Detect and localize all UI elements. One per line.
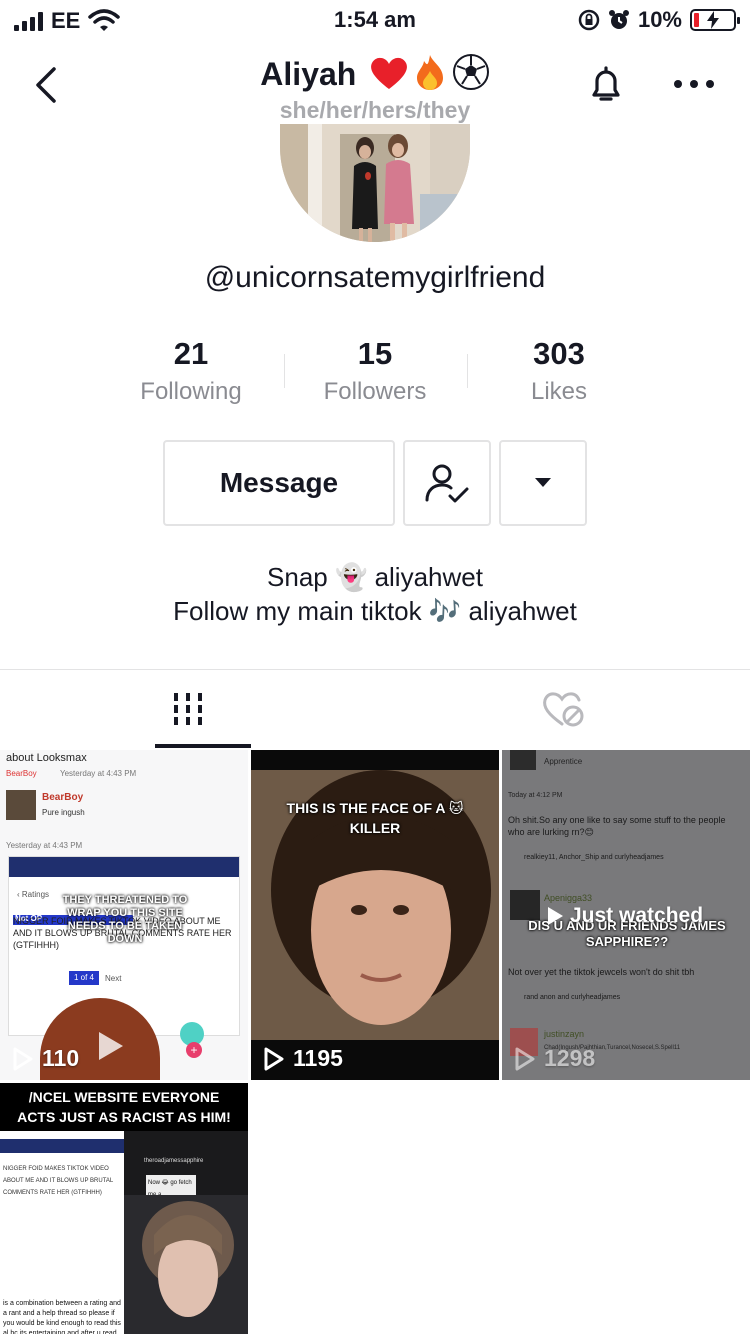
forum-author-date: Yesterday at 4:43 PM [60, 769, 137, 778]
alarm-icon [608, 10, 629, 29]
forum-title: about Looksmax [6, 752, 87, 764]
video-tile[interactable]: NIGGER FOID MAKES TIKTOK VIDEO ABOUT ME … [0, 1083, 248, 1334]
play-outline-icon [515, 1047, 535, 1070]
video-caption: THEY THREATENED TO WRAP YOU THIS SITE NE… [62, 894, 188, 945]
active-tab-indicator [155, 744, 251, 748]
play-outline-icon [264, 1047, 284, 1070]
profile-header: Aliyah she/her/hers/they [0, 45, 750, 125]
play-icon [99, 1032, 123, 1060]
tab-liked[interactable] [375, 670, 750, 748]
fire-icon [417, 55, 444, 90]
message-button[interactable]: Message [163, 440, 395, 526]
soccer-ball-icon [452, 54, 489, 90]
forum-author-name: BearBoy [42, 792, 84, 803]
battery-icon [690, 9, 740, 31]
view-count: 1298 [514, 1045, 595, 1072]
caret-down-icon [535, 478, 551, 487]
bio-line-2: Follow my main tiktok 🎶 aliyahwet [173, 596, 577, 626]
embedded-forum-screenshot: NIGGER FOID MAKES TIKTOK VIDEO ABOUT ME … [0, 1131, 124, 1334]
video-tile[interactable]: THIS IS THE FACE OF A 🐱 KILLER 1195 [251, 750, 499, 1080]
embedded-thread-title: NIGGER FOID MAKES TIKTOK VIDEO ABOUT ME … [3, 1166, 114, 1196]
video-caption: /NCEL WEBSITE EVERYONE ACTS JUST AS RACI… [17, 1089, 231, 1125]
video-caption: THIS IS THE FACE OF A 🐱 KILLER [286, 800, 464, 836]
forum-author-sub: Pure ingush [42, 808, 85, 817]
profile-name: Aliyah [260, 56, 357, 92]
pronouns: she/her/hers/they [279, 97, 471, 123]
view-count: 1195 [263, 1045, 343, 1072]
username: @unicornsatemygirlfriend [204, 261, 546, 294]
grid-icon [173, 693, 202, 725]
rotation-lock-icon [578, 9, 600, 31]
avatar[interactable] [280, 124, 470, 242]
tab-videos[interactable] [0, 670, 375, 748]
bell-icon[interactable] [586, 63, 626, 107]
user-check-icon [425, 464, 469, 503]
stat-following-label: Following [140, 378, 242, 405]
dm-account: theroadjamessapphire [144, 1158, 204, 1164]
pager-next: Next [105, 974, 122, 983]
stat-likes-label: Likes [530, 378, 588, 405]
profile-stats: 21 Following 15 Followers 303 Likes [0, 336, 750, 416]
stat-followers[interactable]: 15 Followers [283, 336, 467, 406]
stat-following[interactable]: 21 Following [99, 336, 283, 406]
forum-avatar [6, 790, 36, 820]
play-icon [548, 907, 563, 925]
following-button[interactable] [403, 440, 491, 526]
stat-likes[interactable]: 303 Likes [467, 336, 651, 406]
video-tile[interactable]: Apprentice Today at 4:12 PM Oh shit.So a… [502, 750, 750, 1080]
bio-line-1: Snap 👻 aliyahwet [267, 562, 483, 592]
embedded-post-text: is a combination between a rating and a … [3, 1300, 121, 1334]
suggested-accounts-button[interactable] [499, 440, 587, 526]
view-count-value: 1298 [544, 1045, 596, 1071]
stat-following-value: 21 [173, 336, 209, 371]
view-count: 110 [12, 1045, 79, 1072]
hidden-likes-icon [542, 692, 583, 727]
avatar-photo [280, 124, 470, 242]
pager-current: 1 of 4 [69, 971, 99, 985]
profile-bio: Snap 👻 aliyahwet Follow my main tiktok 🎶… [0, 560, 750, 628]
video-tile[interactable]: about Looksmax BearBoy Yesterday at 4:43… [0, 750, 248, 1080]
stat-followers-label: Followers [323, 378, 427, 405]
person-photo [124, 1195, 248, 1334]
embedded-header-bar [9, 857, 239, 877]
embedded-dm-screenshot: theroadjamessapphire Now 😂 go fetch me a… [124, 1131, 248, 1334]
forum-author-tag: BearBoy [6, 769, 37, 778]
forum-timestamp: Yesterday at 4:43 PM [6, 841, 83, 850]
just-watched-label: Just watched [546, 904, 703, 928]
more-options-icon[interactable] [672, 69, 716, 99]
stat-followers-value: 15 [357, 336, 393, 371]
battery-percent: 10% [637, 7, 682, 32]
status-bar: EE 1:54 am 10% [0, 0, 750, 40]
stat-likes-value: 303 [533, 336, 585, 371]
view-count-value: 1195 [293, 1045, 343, 1071]
heart-icon [370, 57, 407, 89]
view-count-value: 110 [42, 1045, 80, 1071]
play-outline-icon [13, 1047, 33, 1070]
